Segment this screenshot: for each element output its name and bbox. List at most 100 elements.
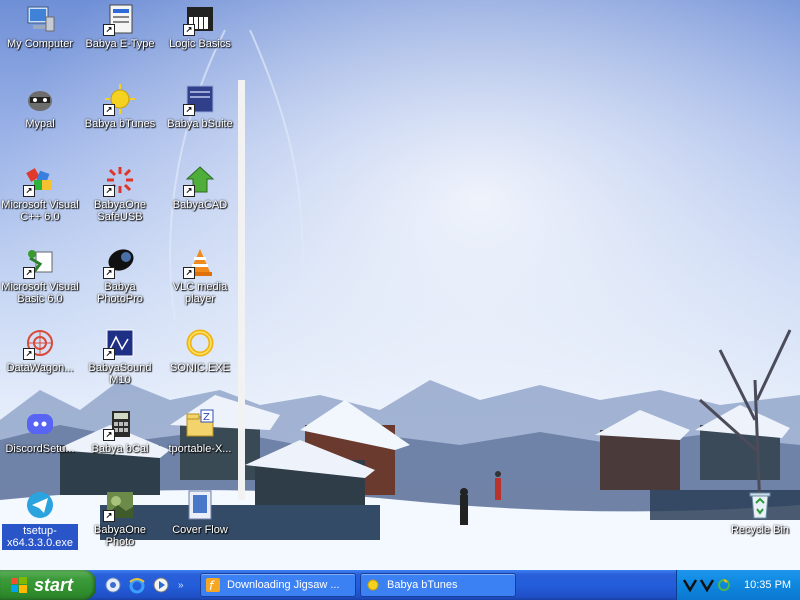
icon-label: DiscordSetu... — [5, 443, 75, 455]
icon-label: My Computer — [6, 38, 74, 50]
icon-visual-basic[interactable]: ↗ Microsoft Visual Basic 6.0 — [0, 245, 80, 305]
shortcut-arrow-icon: ↗ — [103, 348, 115, 360]
icon-babyaone-photo[interactable]: ↗ BabyaOne Photo — [80, 488, 160, 548]
icon-label: Babya bCal — [91, 443, 149, 455]
shortcut-arrow-icon: ↗ — [23, 267, 35, 279]
icon-babya-btunes[interactable]: ↗ Babya bTunes — [80, 82, 160, 130]
icon-label: BabyaOne SafeUSB — [94, 199, 146, 223]
icon-label: Cover Flow — [172, 524, 228, 536]
icon-label: SONIC.EXE — [170, 362, 230, 374]
shortcut-arrow-icon: ↗ — [103, 267, 115, 279]
shortcut-arrow-icon: ↗ — [183, 267, 195, 279]
icon-visual-cpp[interactable]: ↗ Microsoft Visual C++ 6.0 — [0, 163, 80, 223]
calculator-icon: ↗ — [103, 407, 137, 441]
icon-babya-bcal[interactable]: ↗ Babya bCal — [80, 407, 160, 455]
icon-label: BabyaOne Photo — [94, 524, 146, 548]
icon-label: Babya PhotoPro — [97, 281, 143, 305]
icon-datawagon[interactable]: ↗ DataWagon... — [0, 326, 80, 374]
icon-label: tsetup-x64.3.3.0.exe — [2, 524, 78, 550]
recycle-bin-icon — [743, 488, 777, 522]
bsuite-icon: ↗ — [183, 82, 217, 116]
windows-flag-icon — [11, 577, 27, 593]
shortcut-arrow-icon: ↗ — [103, 510, 115, 522]
raccoon-icon — [23, 82, 57, 116]
icon-logic-basics[interactable]: ↗ Logic Basics — [160, 2, 240, 50]
icon-label: Microsoft Visual C++ 6.0 — [1, 199, 79, 223]
taskbar-item-label: Babya bTunes — [387, 579, 458, 591]
tray-v-icon[interactable] — [683, 578, 697, 592]
telegram-icon — [23, 488, 57, 522]
piano-icon: ↗ — [183, 2, 217, 36]
icon-label: DataWagon... — [6, 362, 74, 374]
vlc-cone-icon: ↗ — [183, 245, 217, 279]
downloader-icon: f — [206, 578, 220, 593]
system-tray: 10:35 PM — [676, 570, 800, 600]
cover-flow-icon — [183, 488, 217, 522]
icon-label: BabyaSound M10 — [88, 362, 152, 386]
icon-label: Babya bSuite — [167, 118, 233, 130]
discord-icon — [23, 407, 57, 441]
safeusb-icon: ↗ — [103, 163, 137, 197]
icon-label: VLC media player — [172, 281, 228, 305]
icon-my-computer[interactable]: My Computer — [0, 2, 80, 50]
shortcut-arrow-icon: ↗ — [23, 185, 35, 197]
shortcut-arrow-icon: ↗ — [183, 24, 195, 36]
settings-quick-icon[interactable] — [104, 576, 122, 594]
svg-text:Z: Z — [203, 412, 210, 423]
icon-babyasound-m10[interactable]: ↗ BabyaSound M10 — [80, 326, 160, 386]
taskbar-item-label: Downloading Jigsaw ... — [227, 579, 340, 591]
datawagon-icon: ↗ — [23, 326, 57, 360]
visual-basic-icon: ↗ — [23, 245, 57, 279]
icon-recycle-bin[interactable]: Recycle Bin — [720, 488, 800, 536]
sun-icon: ↗ — [103, 82, 137, 116]
icon-tportable[interactable]: Z tportable-X... — [160, 407, 240, 455]
quick-launch-overflow-icon[interactable]: » — [178, 580, 184, 591]
icon-label: Mypal — [25, 118, 55, 130]
ring-icon — [183, 326, 217, 360]
icon-label: tportable-X... — [168, 443, 232, 455]
tray-sync-icon[interactable] — [717, 578, 731, 592]
icon-label: BabyaCAD — [172, 199, 228, 211]
sound-icon: ↗ — [103, 326, 137, 360]
shortcut-arrow-icon: ↗ — [183, 185, 195, 197]
shortcut-arrow-icon: ↗ — [103, 24, 115, 36]
media-player-icon[interactable] — [152, 576, 170, 594]
internet-explorer-icon[interactable] — [128, 576, 146, 594]
taskbar-item-babya-btunes[interactable]: Babya bTunes — [360, 573, 516, 597]
shortcut-arrow-icon: ↗ — [103, 185, 115, 197]
icon-cover-flow[interactable]: Cover Flow — [160, 488, 240, 536]
icon-tsetup[interactable]: tsetup-x64.3.3.0.exe — [0, 488, 80, 550]
icon-label: Recycle Bin — [730, 524, 790, 536]
etype-icon: ↗ — [103, 2, 137, 36]
shortcut-arrow-icon: ↗ — [103, 104, 115, 116]
icon-babya-etype[interactable]: ↗ Babya E-Type — [80, 2, 160, 50]
shortcut-arrow-icon: ↗ — [103, 429, 115, 441]
icon-mypal[interactable]: Mypal — [0, 82, 80, 130]
icon-vlc[interactable]: ↗ VLC media player — [160, 245, 240, 305]
icon-label: Microsoft Visual Basic 6.0 — [1, 281, 79, 305]
quick-launch: » — [104, 576, 184, 594]
icon-label: Babya E-Type — [85, 38, 155, 50]
icon-discordsetup[interactable]: DiscordSetu... — [0, 407, 80, 455]
icon-label: Logic Basics — [169, 38, 231, 50]
taskbar-item-downloading[interactable]: f Downloading Jigsaw ... — [200, 573, 356, 597]
icon-label: Babya bTunes — [84, 118, 156, 130]
tray-v-icon-2[interactable] — [700, 578, 714, 592]
shortcut-arrow-icon: ↗ — [23, 348, 35, 360]
icon-babya-bsuite[interactable]: ↗ Babya bSuite — [160, 82, 240, 130]
visual-cpp-icon: ↗ — [23, 163, 57, 197]
clock[interactable]: 10:35 PM — [744, 579, 791, 591]
icon-sonic-exe[interactable]: SONIC.EXE — [160, 326, 240, 374]
icon-babya-photopro[interactable]: ↗ Babya PhotoPro — [80, 245, 160, 305]
shortcut-arrow-icon: ↗ — [183, 104, 195, 116]
computer-icon — [23, 2, 57, 36]
icon-babyacad[interactable]: ↗ BabyaCAD — [160, 163, 240, 211]
desktop[interactable]: My Computer Mypal ↗ Microsoft Visual C++… — [0, 0, 800, 570]
house-arrow-icon: ↗ — [183, 163, 217, 197]
start-label: start — [34, 574, 74, 595]
camera-lens-icon: ↗ — [103, 245, 137, 279]
sun-icon — [367, 579, 379, 591]
icon-babyaone-safeusb[interactable]: ↗ BabyaOne SafeUSB — [80, 163, 160, 223]
folder-zip-icon: Z — [183, 407, 217, 441]
start-button[interactable]: start — [0, 570, 96, 600]
